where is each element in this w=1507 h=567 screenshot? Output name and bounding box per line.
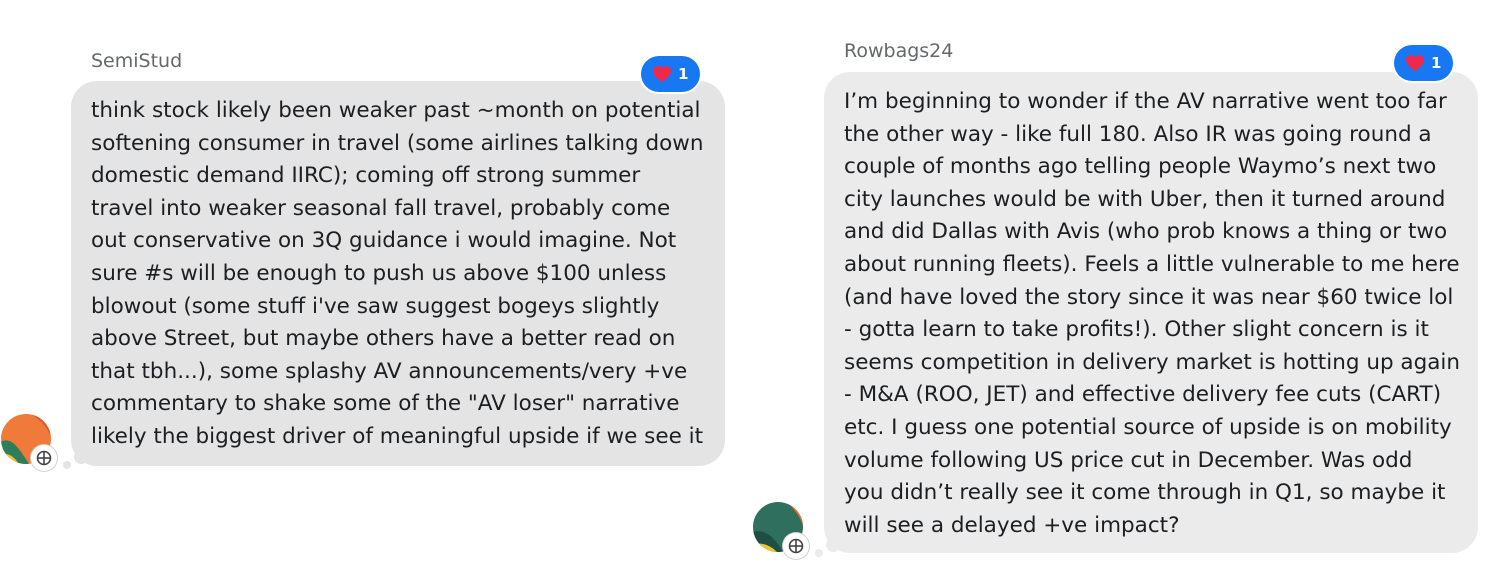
message-line: city launches would be with Uber, then i… (844, 186, 1446, 212)
message-line: and did Dallas with Avis (who prob knows… (844, 219, 1448, 245)
heart-icon (1406, 55, 1424, 71)
message-line: blowout (some stuff i've saw suggest bog… (91, 293, 660, 319)
grid-icon (783, 533, 809, 559)
message-line: about running fleets). Feels a little vu… (844, 251, 1460, 277)
message-bubble[interactable]: I’m beginning to wonder if the AV narrat… (824, 72, 1478, 553)
bubble-tail (63, 461, 71, 469)
message-line: - gotta learn to take profits!). Other s… (844, 317, 1429, 343)
message-line: etc. I guess one potential source of ups… (844, 414, 1452, 440)
message-line: that tbh...), some splashy AV announceme… (91, 358, 688, 384)
message-line: sure #s will be enough to push us above … (91, 260, 667, 286)
message-line: travel into weaker seasonal fall travel,… (91, 195, 671, 221)
reaction-badge[interactable]: 1 (641, 56, 701, 92)
message-line: above Street, but maybe others have a be… (91, 326, 676, 352)
reaction-count: 1 (678, 65, 689, 83)
message-line: commentary to shake some of the "AV lose… (91, 391, 680, 417)
bubble-tail (815, 549, 823, 557)
message-line: out conservative on 3Q guidance i would … (91, 228, 677, 254)
message-line: volume following US price cut in Decembe… (844, 447, 1413, 473)
reaction-badge[interactable]: 1 (1394, 45, 1454, 81)
heart-icon (653, 66, 671, 82)
grid-icon (31, 445, 57, 471)
message-line: - M&A (ROO, JET) and effective delivery … (844, 382, 1442, 408)
message-line: softening consumer in travel (some airli… (91, 130, 704, 156)
reaction-count: 1 (1431, 54, 1442, 72)
bubble-tail (826, 538, 840, 552)
message-line: (and have loved the story since it was n… (844, 284, 1454, 310)
message-line: the other way - like full 180. Also IR w… (844, 121, 1432, 147)
message-line: seems competition in delivery market is … (844, 349, 1461, 375)
message-line: think stock likely been weaker past ~mon… (91, 98, 701, 123)
message-line: couple of months ago telling people Waym… (844, 154, 1437, 180)
author-name[interactable]: Rowbags24 (844, 40, 953, 62)
message-line: domestic demand IIRC); coming off strong… (91, 163, 641, 189)
message-line: likely the biggest driver of meaningful … (91, 423, 704, 449)
bubble-tail (74, 450, 88, 464)
message-line: I’m beginning to wonder if the AV narrat… (844, 89, 1447, 114)
author-name[interactable]: SemiStud (91, 50, 182, 72)
message-line: will see a delayed +ve impact? (844, 512, 1180, 538)
message-bubble[interactable]: think stock likely been weaker past ~mon… (71, 81, 725, 466)
message-line: you didn’t really see it come through in… (844, 480, 1446, 506)
